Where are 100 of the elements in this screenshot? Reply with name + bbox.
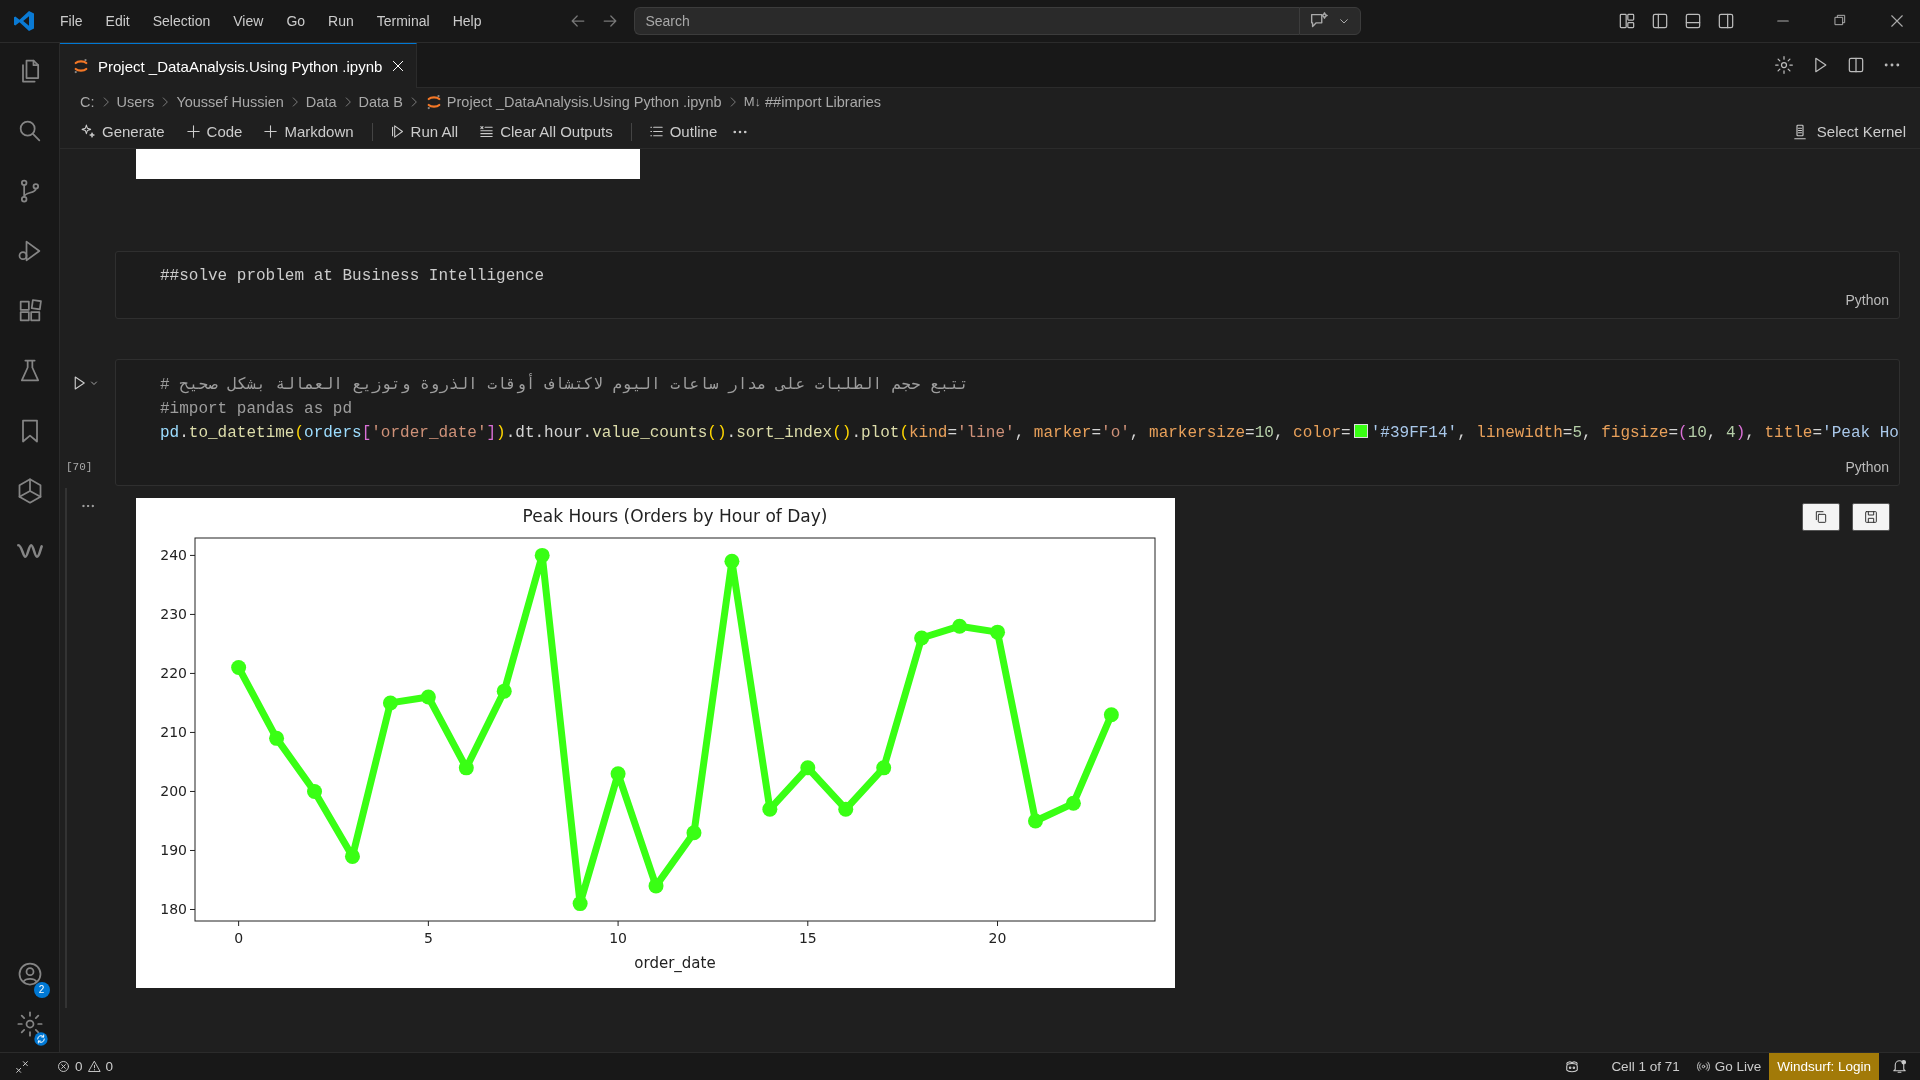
save-button[interactable] [1852,503,1890,531]
save-icon [1863,509,1879,525]
y-tick-label: 220 [160,665,187,682]
markdown-cell[interactable]: ##solve problem at Business Intelligence Python [115,251,1900,319]
editor-tab[interactable]: Project _DataAnalysis.Using Python .ipynb [60,43,418,88]
menu-item[interactable]: Help [444,9,490,33]
x-tick-label: 0 [234,930,244,946]
sync-icon [32,1031,49,1047]
data-point [269,730,285,746]
data-point [307,783,323,799]
menu-item[interactable]: File [52,9,91,33]
search-field[interactable]: Search [634,7,1300,35]
y-tick-label: 210 [160,724,187,741]
split-editor-icon[interactable] [1846,55,1866,75]
data-point [648,878,664,894]
breadcrumb-item[interactable]: ##import Libraries [765,93,882,110]
toolbar-button[interactable]: Code [178,120,249,143]
copy-icon [1813,509,1829,525]
data-point [838,801,854,817]
data-point [876,760,892,776]
data-point [231,660,247,676]
toolbar-button[interactable]: Run All [382,120,465,143]
data-point [1103,707,1119,723]
secondary-sidebar-toggle-icon[interactable] [1716,11,1736,31]
data-point [572,896,588,912]
notebook-icon [72,57,90,75]
x-axis-label: order_date [634,954,716,972]
breadcrumb-item[interactable]: Data B [358,93,403,110]
toolbar-button[interactable]: Clear All Outputs [472,120,619,143]
data-point [610,766,626,782]
menu-item[interactable]: Selection [144,9,219,33]
settings-icon[interactable] [15,1010,44,1038]
chart-title: Peak Hours (Orders by Hour of Day) [522,506,828,526]
close-icon[interactable] [1888,12,1906,30]
menu-item[interactable]: Go [278,9,314,33]
x-tick-label: 10 [609,930,627,946]
plus-icon [262,123,280,140]
y-tick-label: 200 [160,783,187,800]
restore-icon[interactable] [1832,12,1848,28]
plus-icon [184,123,202,140]
language-label[interactable]: Python [1845,288,1899,312]
data-point [382,695,398,711]
cell-position[interactable]: Cell 1 of 71 [1603,1053,1688,1080]
breadcrumb-item[interactable]: Project _DataAnalysis.Using Python .ipynb [446,93,722,110]
y-tick-label: 180 [160,901,187,918]
language-label[interactable]: Python [1845,455,1899,479]
data-point [724,553,740,569]
vscode-logo-icon [12,9,36,33]
y-tick-label: 240 [160,547,187,564]
data-point [914,630,930,646]
copy-button[interactable] [1802,503,1840,531]
data-point [534,547,550,563]
breadcrumb-item[interactable]: Users [116,93,155,110]
x-tick-label: 5 [423,930,433,946]
y-tick-label: 230 [160,606,187,623]
error-icon [56,1059,71,1074]
data-point [344,848,360,864]
panel-toggle-icon[interactable] [1683,11,1703,31]
breadcrumb-item[interactable]: Youssef Hussien [176,93,284,110]
problems-indicator[interactable]: 0 [54,1053,85,1080]
menu-item[interactable]: View [225,9,272,33]
toolbar-button[interactable]: Generate [74,120,171,143]
sidebar-toggle-icon[interactable] [1650,11,1670,31]
data-point [686,825,702,841]
menu-item[interactable]: Terminal [368,9,438,33]
data-point [420,689,436,705]
data-point [458,760,474,776]
data-point [1027,813,1043,829]
data-point [496,683,512,699]
code-line: # تتبع حجم الطلبات على مدار ساعات اليوم لاكتشاف أوقات الذروة وتوزيع العمالة بشكل صحيح [160,373,969,397]
execution-count: [70] [66,460,93,475]
data-point [800,760,816,776]
markdown-icon: M↓ [743,94,762,109]
toolbar-button[interactable]: Markdown [256,120,360,143]
kernel-picker[interactable]: Select Kernel [1790,122,1906,141]
data-point [1065,795,1081,811]
data-point [952,618,968,634]
menu-item[interactable]: Edit [97,9,138,33]
broadcast-icon [1695,1059,1711,1074]
code-line: #import pandas as pd [160,399,353,420]
code-line: ##solve problem at Business Intelligence [160,266,545,287]
breadcrumb-item[interactable]: Data [305,93,337,110]
clear-outputs-icon [478,123,496,140]
x-tick-label: 20 [988,930,1007,946]
menu-item[interactable]: Run [320,9,362,33]
problems-indicator[interactable]: 0 [84,1053,116,1080]
x-tick-label: 15 [798,930,817,946]
notifications-icon[interactable] [1891,1058,1908,1075]
layout-icon[interactable] [1617,11,1637,31]
breadcrumb-item[interactable]: C: [80,93,95,110]
warning-icon [86,1059,102,1074]
data-point [990,624,1006,640]
data-point [762,801,778,817]
notification-badge: 2 [33,982,50,998]
sparkle-icon [80,123,97,140]
settings-icon[interactable] [1774,55,1794,75]
code-line: pd.to_datetime(orders['order_date']).dt.hour.value_counts().sort_index().plot(kind='line', marker='o', markersize=10, color= '#39FF14', linewidth=5, figsize=(10, 4), title='Peak Ho [160,423,1899,444]
toolbar-button[interactable]: Outline [641,120,724,143]
go-live-button[interactable]: Go Live [1687,1053,1770,1080]
status-item[interactable]: Windsurf: Login [1769,1053,1879,1080]
